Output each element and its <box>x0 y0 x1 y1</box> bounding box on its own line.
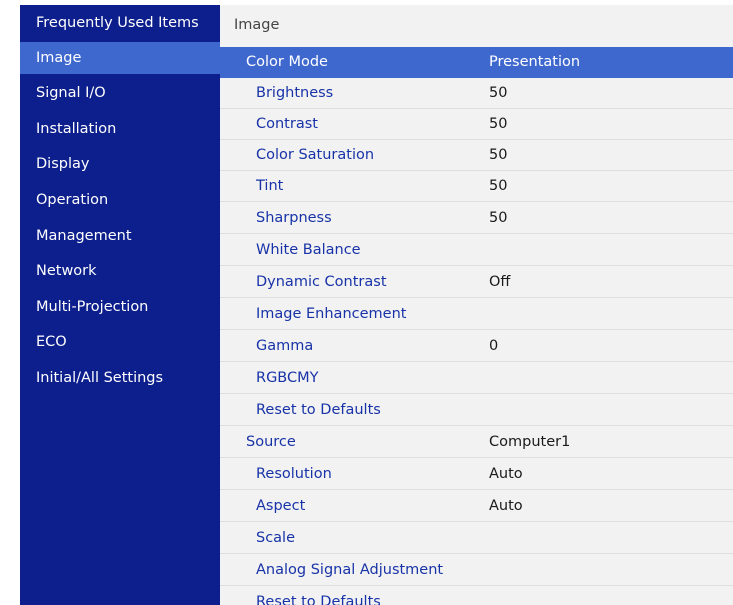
sidebar-item-installation[interactable]: Installation <box>20 113 220 145</box>
setting-row-dynamic-contrast[interactable]: Dynamic Contrast Off <box>220 267 733 298</box>
setting-value: 50 <box>489 116 508 132</box>
setting-row-tint[interactable]: Tint 50 <box>220 171 733 202</box>
sidebar-item-signal-io[interactable]: Signal I/O <box>20 77 220 109</box>
sidebar-item-initial-all-settings[interactable]: Initial/All Settings <box>20 362 220 394</box>
setting-row-source[interactable]: Source Computer1 <box>220 427 733 458</box>
setting-row-scale[interactable]: Scale <box>220 523 733 554</box>
setting-value: Presentation <box>489 54 581 70</box>
setting-label: Reset to Defaults <box>256 594 381 605</box>
setting-label: Gamma <box>256 338 314 354</box>
sidebar-item-eco[interactable]: ECO <box>20 326 220 358</box>
setting-row-color-mode[interactable]: Color Mode Presentation <box>220 47 733 78</box>
setting-label: Source <box>246 434 296 450</box>
setting-label: Aspect <box>256 498 306 514</box>
setting-label: Image Enhancement <box>256 306 407 322</box>
sidebar-item-frequently-used-items[interactable]: Frequently Used Items <box>20 7 220 39</box>
setting-row-rgbcmy[interactable]: RGBCMY <box>220 363 733 394</box>
setting-row-reset-to-defaults-2[interactable]: Reset to Defaults <box>220 587 733 605</box>
setting-row-brightness[interactable]: Brightness 50 <box>220 78 733 109</box>
setting-value: 50 <box>489 147 508 163</box>
sidebar-item-display[interactable]: Display <box>20 148 220 180</box>
setting-label: Scale <box>256 530 296 546</box>
setting-row-resolution[interactable]: Resolution Auto <box>220 459 733 490</box>
setting-label: Dynamic Contrast <box>256 274 387 290</box>
setting-label: RGBCMY <box>256 370 319 386</box>
setting-value: 50 <box>489 210 508 226</box>
setting-row-aspect[interactable]: Aspect Auto <box>220 491 733 522</box>
setting-value: 0 <box>489 338 499 354</box>
setting-label: Color Saturation <box>256 147 375 163</box>
setting-label: Brightness <box>256 85 334 101</box>
panel-title: Image <box>220 5 733 45</box>
setting-row-color-saturation[interactable]: Color Saturation 50 <box>220 140 733 171</box>
sidebar-item-multi-projection[interactable]: Multi-Projection <box>20 291 220 323</box>
sidebar-item-network[interactable]: Network <box>20 255 220 287</box>
sidebar-menu: Frequently Used Items Image Signal I/O I… <box>20 5 220 605</box>
setting-label: Reset to Defaults <box>256 402 381 418</box>
setting-label: Resolution <box>256 466 332 482</box>
setting-value: 50 <box>489 85 508 101</box>
setting-row-image-enhancement[interactable]: Image Enhancement <box>220 299 733 330</box>
setting-row-sharpness[interactable]: Sharpness 50 <box>220 203 733 234</box>
setting-label: White Balance <box>256 242 361 258</box>
setting-label: Contrast <box>256 116 318 132</box>
settings-panel: Image Color Mode Presentation Brightness… <box>220 5 733 605</box>
setting-label: Color Mode <box>246 54 328 70</box>
projector-menu: Frequently Used Items Image Signal I/O I… <box>20 5 733 605</box>
setting-label: Analog Signal Adjustment <box>256 562 444 578</box>
setting-value: Auto <box>489 498 523 514</box>
setting-row-analog-signal-adjustment[interactable]: Analog Signal Adjustment <box>220 555 733 586</box>
setting-value: Computer1 <box>489 434 571 450</box>
setting-value: Auto <box>489 466 523 482</box>
setting-row-contrast[interactable]: Contrast 50 <box>220 109 733 140</box>
setting-row-reset-to-defaults[interactable]: Reset to Defaults <box>220 395 733 426</box>
setting-row-gamma[interactable]: Gamma 0 <box>220 331 733 362</box>
setting-label: Sharpness <box>256 210 332 226</box>
setting-value: 50 <box>489 178 508 194</box>
sidebar-item-image[interactable]: Image <box>20 42 220 74</box>
setting-value: Off <box>489 274 511 290</box>
setting-row-white-balance[interactable]: White Balance <box>220 235 733 266</box>
sidebar-item-management[interactable]: Management <box>20 220 220 252</box>
sidebar-item-operation[interactable]: Operation <box>20 184 220 216</box>
setting-label: Tint <box>256 178 284 194</box>
